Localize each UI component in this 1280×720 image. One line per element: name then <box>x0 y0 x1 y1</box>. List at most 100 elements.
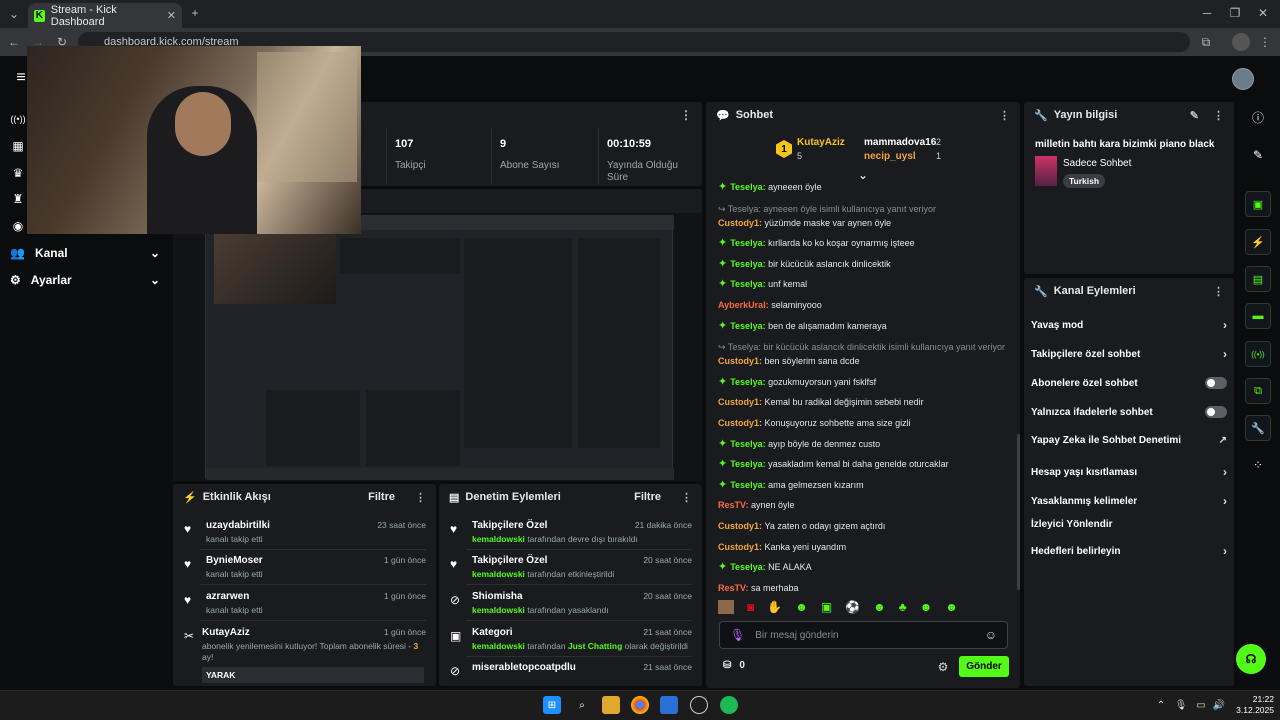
chat-username[interactable]: ResTV <box>718 583 746 593</box>
activity-item[interactable]: ✂ KutayAziz abonelik yenilemesini kutluyor… <box>184 627 426 683</box>
chat-menu-icon[interactable]: ⋮ <box>999 109 1010 122</box>
channel-action-item[interactable]: Yasaklanmış kelimeler › <box>1031 494 1227 508</box>
minimize-icon[interactable]: ─ <box>1200 6 1214 20</box>
chat-username[interactable]: Teselya <box>730 562 762 572</box>
moderation-item[interactable]: ⊘ miserabletopcoatpdlu 21 saat önce <box>450 662 692 678</box>
chat-username[interactable]: Teselya <box>730 321 762 331</box>
info-icon[interactable]: ⓘ <box>1251 110 1265 125</box>
emote-icon[interactable]: ◙ <box>747 600 754 614</box>
sidebar-item-kanal[interactable]: 👥 Kanal ⌄ <box>10 246 160 260</box>
microphone-tray-icon[interactable]: 🎙 <box>1172 696 1190 714</box>
microphone-icon[interactable]: 🎙 <box>730 628 745 642</box>
gifter-2-name[interactable]: mammadova16 <box>864 137 936 148</box>
emote-icon[interactable]: ✋ <box>767 600 782 614</box>
chat-username[interactable]: Teselya <box>730 377 762 387</box>
extensions-icon[interactable]: ⧉ <box>1198 34 1214 50</box>
activity-item[interactable]: ♥ BynieMoser kanalı takip etti 1 gün önce <box>184 555 426 579</box>
edit-pencil-icon[interactable]: ✎ <box>1190 109 1199 122</box>
activity-menu-icon[interactable]: ⋮ <box>415 491 426 504</box>
chat-input[interactable]: 🎙 Bir mesaj gönderin ☺ <box>719 621 1008 649</box>
sidebar-item-ayarlar[interactable]: ⚙ Ayarlar ⌄ <box>10 273 160 287</box>
volume-icon[interactable]: 🔊 <box>1210 696 1228 714</box>
channel-actions-menu-icon[interactable]: ⋮ <box>1213 285 1224 298</box>
pencil-icon[interactable]: ✎ <box>1251 148 1265 162</box>
activity-filter-button[interactable]: Filtre <box>368 491 395 503</box>
category-name[interactable]: Sadece Sohbet <box>1063 158 1131 169</box>
browser-tab[interactable]: K Stream - Kick Dashboard ✕ <box>28 3 182 28</box>
new-tab-icon[interactable]: + <box>188 6 202 20</box>
trophy-nav-icon[interactable]: ♛ <box>10 166 26 180</box>
layout-icon[interactable]: ⧉ <box>1245 378 1271 404</box>
tab-close-icon[interactable]: ✕ <box>167 9 176 22</box>
channel-action-item[interactable]: Yapay Zeka ile Sohbet Denetimi ↗ <box>1031 435 1227 446</box>
moderation-item[interactable]: ♥ Takipçilere Özel kemaldowski tarafından … <box>450 520 692 544</box>
moderation-filter-button[interactable]: Filtre <box>634 491 661 503</box>
channel-points[interactable]: ⛁ 0 <box>723 660 745 671</box>
window-close-icon[interactable]: ✕ <box>1256 6 1270 20</box>
spotify-icon[interactable] <box>720 696 738 714</box>
moderation-item[interactable]: ♥ Takipçilere Özel kemaldowski tarafından … <box>450 555 692 579</box>
moderation-item[interactable]: ⊘ Shiomisha kemaldowski tarafından yasakla… <box>450 591 692 615</box>
apps-icon[interactable]: ⁘ <box>1251 458 1265 472</box>
chat-scrollbar[interactable] <box>1017 434 1020 590</box>
toggle-switch[interactable] <box>1205 406 1227 418</box>
channel-action-item[interactable]: Takipçilere özel sohbet › <box>1031 347 1227 361</box>
top-gifter-name[interactable]: KutayAziz <box>797 137 845 148</box>
chat-username[interactable]: Custody1 <box>718 418 759 428</box>
obs-icon[interactable] <box>690 696 708 714</box>
chat-settings-gear-icon[interactable]: ⚙ <box>936 660 950 674</box>
support-headset-icon[interactable]: ☊ <box>1236 644 1266 674</box>
stats-menu-icon[interactable]: ⋮ <box>680 108 692 122</box>
emote-icon[interactable]: ▣ <box>821 600 832 614</box>
channel-action-item[interactable]: Yalnızca ifadelerle sohbet <box>1031 406 1227 418</box>
emote-icon[interactable]: ♣ <box>899 600 907 614</box>
clip-icon[interactable]: ▣ <box>1245 191 1271 217</box>
file-explorer-icon[interactable] <box>602 696 620 714</box>
channel-action-item[interactable]: Hesap yaşı kısıtlaması › <box>1031 465 1227 479</box>
chevron-down-icon[interactable]: ⌄ <box>856 168 870 182</box>
emote-icon[interactable]: ☻ <box>945 600 958 614</box>
network-icon[interactable]: ▭ <box>1192 696 1210 714</box>
stream-info-menu-icon[interactable]: ⋮ <box>1213 109 1224 122</box>
emote-icon[interactable]: ☻ <box>873 600 886 614</box>
photos-icon[interactable] <box>660 696 678 714</box>
chat-username[interactable]: Custody1 <box>718 218 759 228</box>
chat-username[interactable]: Teselya <box>730 459 762 469</box>
chat-username[interactable]: Teselya <box>730 238 762 248</box>
restore-icon[interactable]: ❐ <box>1228 6 1242 20</box>
broadcast-icon[interactable]: ((•)) <box>1245 341 1271 367</box>
chat-username[interactable]: Custody1 <box>718 542 759 552</box>
community-nav-icon[interactable]: ♜ <box>10 192 26 206</box>
moderation-item[interactable]: ▣ Kategori kemaldowski tarafından Just Cha… <box>450 627 692 651</box>
emote-icon[interactable] <box>718 600 734 614</box>
tray-chevron-icon[interactable]: ⌃ <box>1152 696 1170 714</box>
channel-action-item[interactable]: İzleyici Yönlendir <box>1031 519 1227 530</box>
chat-username[interactable]: Teselya <box>730 182 762 192</box>
wrench-icon[interactable]: 🔧 <box>1245 415 1271 441</box>
browser-menu-icon[interactable]: ⋮ <box>1258 34 1272 50</box>
toggle-switch[interactable] <box>1205 377 1227 389</box>
search-icon[interactable]: ⌕ <box>573 696 591 714</box>
dashboard-nav-icon[interactable]: ▦ <box>10 139 26 153</box>
notes-icon[interactable]: ▤ <box>1245 266 1271 292</box>
chat-username[interactable]: Teselya <box>730 439 762 449</box>
chat-username[interactable]: Custody1 <box>718 397 759 407</box>
emote-icon[interactable]: ⚽ <box>845 600 860 614</box>
windows-start-icon[interactable]: ⊞ <box>543 696 561 714</box>
send-button[interactable]: Gönder <box>959 656 1009 677</box>
stream-nav-icon[interactable]: ((•)) <box>10 112 26 126</box>
emoji-picker-icon[interactable]: ☺ <box>985 628 997 642</box>
chrome-icon[interactable] <box>631 696 649 714</box>
activity-item[interactable]: ♥ uzaydabirtilki kanalı takip etti 23 saat … <box>184 520 426 544</box>
channel-action-item[interactable]: Hedefleri belirleyin › <box>1031 544 1227 558</box>
moderation-menu-icon[interactable]: ⋮ <box>681 491 692 504</box>
chat-username[interactable]: Custody1 <box>718 356 759 366</box>
activity-item[interactable]: ♥ azrarwen kanalı takip etti 1 gün önce <box>184 591 426 615</box>
chat-icon[interactable]: ▬ <box>1245 303 1271 329</box>
user-avatar[interactable] <box>1232 68 1254 90</box>
back-icon[interactable]: ← <box>6 34 22 50</box>
emote-icon[interactable]: ☻ <box>795 600 808 614</box>
profile-avatar[interactable] <box>1232 33 1250 51</box>
chat-username[interactable]: Teselya <box>730 480 762 490</box>
chat-username[interactable]: Teselya <box>730 259 762 269</box>
